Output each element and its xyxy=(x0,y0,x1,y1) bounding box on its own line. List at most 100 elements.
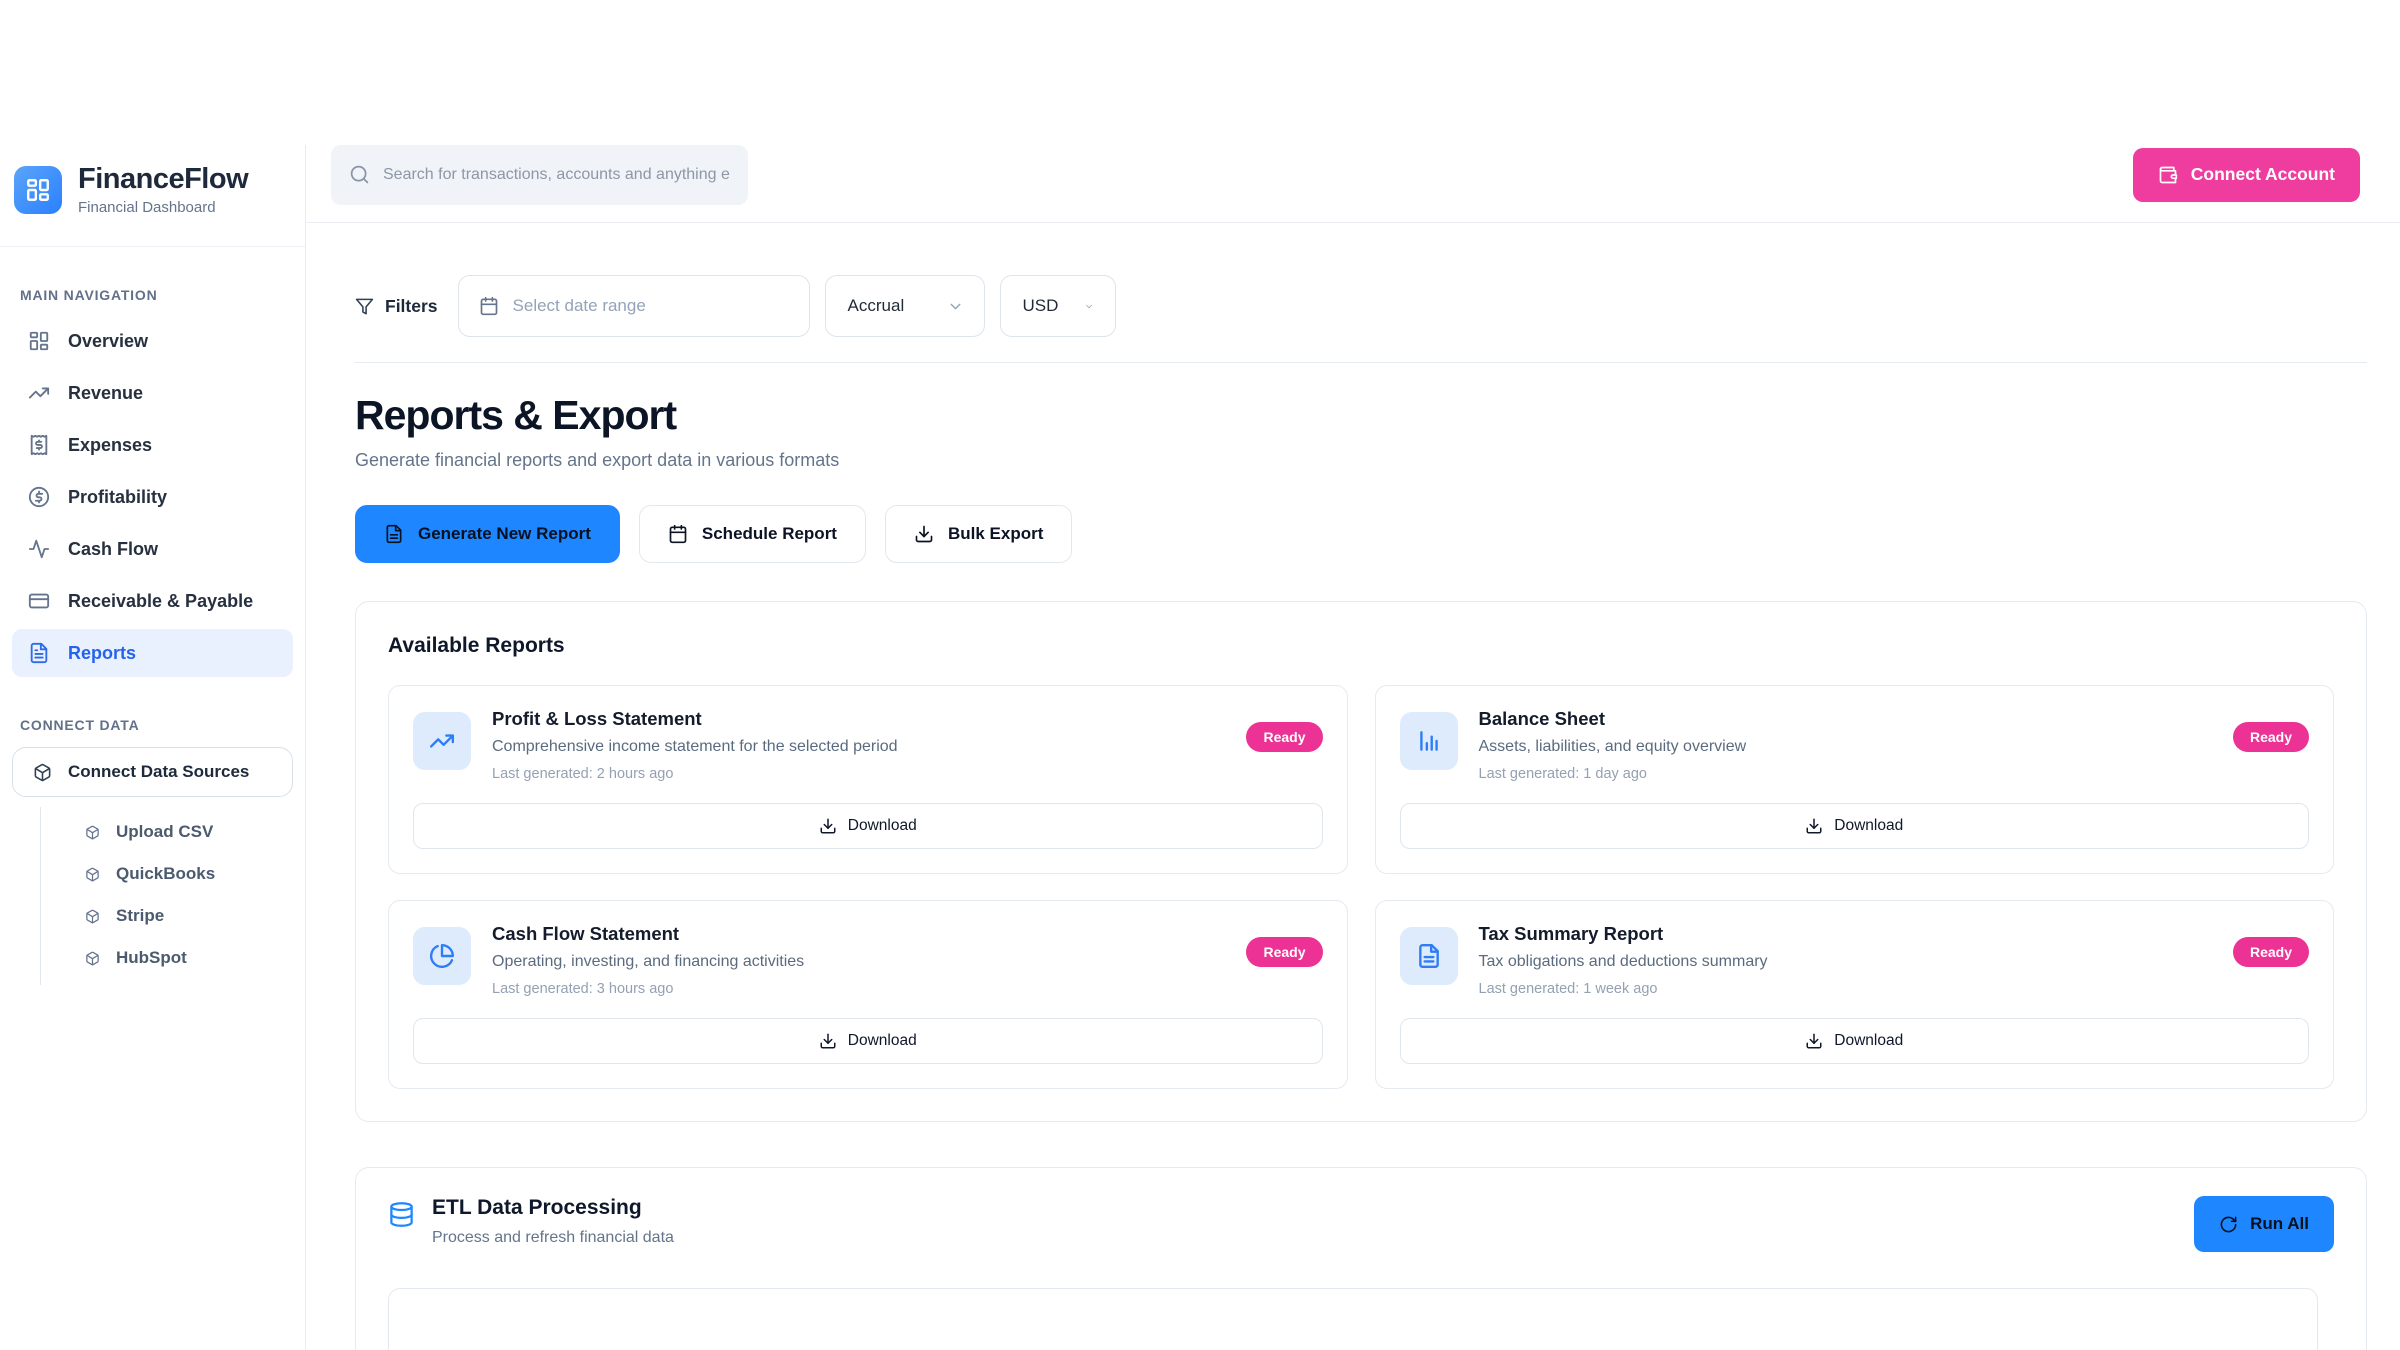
schedule-report-button[interactable]: Schedule Report xyxy=(639,505,866,563)
search-box xyxy=(331,145,748,205)
sidebar-item-label: Overview xyxy=(68,331,148,352)
status-badge: Ready xyxy=(1246,722,1322,752)
app-logo-icon xyxy=(14,166,62,214)
connect-account-button[interactable]: Connect Account xyxy=(2133,148,2360,202)
page-subtitle: Generate financial reports and export da… xyxy=(355,450,2367,471)
refresh-icon xyxy=(2219,1215,2238,1234)
page-title: Reports & Export xyxy=(355,392,2367,439)
bar-chart-icon xyxy=(1400,712,1458,770)
etl-title: ETL Data Processing xyxy=(432,1196,674,1220)
receipt-icon xyxy=(28,434,50,456)
source-item-label: Upload CSV xyxy=(116,822,213,842)
report-name: Balance Sheet xyxy=(1479,708,2212,730)
sidebar: FinanceFlow Financial Dashboard MAIN NAV… xyxy=(0,145,306,1350)
download-icon xyxy=(819,1032,837,1050)
download-icon xyxy=(914,524,934,544)
report-description: Assets, liabilities, and equity overview xyxy=(1479,738,2212,756)
source-item-label: Stripe xyxy=(116,906,164,926)
database-icon xyxy=(388,1201,415,1247)
accounting-method-value: Accrual xyxy=(848,296,905,316)
app-name: FinanceFlow xyxy=(78,163,248,196)
status-badge: Ready xyxy=(2233,937,2309,967)
app-tagline: Financial Dashboard xyxy=(78,199,248,216)
download-button[interactable]: Download xyxy=(1400,803,2310,849)
source-item-label: HubSpot xyxy=(116,948,187,968)
sidebar-item-label: Expenses xyxy=(68,435,152,456)
run-all-button[interactable]: Run All xyxy=(2194,1196,2334,1252)
package-icon xyxy=(33,763,52,782)
actions-row: Generate New Report Schedule Report Bulk… xyxy=(355,505,2367,563)
date-range-placeholder: Select date range xyxy=(513,296,646,316)
file-text-icon xyxy=(384,524,404,544)
connect-data-sources-button[interactable]: Connect Data Sources xyxy=(12,747,293,797)
download-button[interactable]: Download xyxy=(413,803,1323,849)
filters-row: Filters Select date range Accrual USD xyxy=(355,275,2367,337)
package-icon xyxy=(85,867,100,882)
sidebar-item-overview[interactable]: Overview xyxy=(12,317,293,365)
chevron-down-icon xyxy=(947,298,964,315)
source-item-hubspot[interactable]: HubSpot xyxy=(41,937,305,979)
connect-data-sources-label: Connect Data Sources xyxy=(68,762,249,782)
source-item-stripe[interactable]: Stripe xyxy=(41,895,305,937)
report-description: Comprehensive income statement for the s… xyxy=(492,738,1225,756)
source-item-quickbooks[interactable]: QuickBooks xyxy=(41,853,305,895)
status-badge: Ready xyxy=(1246,937,1322,967)
divider xyxy=(355,362,2367,363)
download-icon xyxy=(1805,817,1823,835)
sidebar-item-label: Reports xyxy=(68,643,136,664)
search-icon xyxy=(349,164,370,185)
funnel-icon xyxy=(355,297,374,316)
report-last-generated: Last generated: 1 week ago xyxy=(1479,981,2212,997)
available-reports-title: Available Reports xyxy=(388,634,2334,658)
source-item-upload-csv[interactable]: Upload CSV xyxy=(41,811,305,853)
source-item-label: QuickBooks xyxy=(116,864,215,884)
currency-select[interactable]: USD xyxy=(1000,275,1116,337)
sidebar-item-profitability[interactable]: Profitability xyxy=(12,473,293,521)
download-icon xyxy=(1805,1032,1823,1050)
sidebar-item-reports[interactable]: Reports xyxy=(12,629,293,677)
credit-card-icon xyxy=(28,590,50,612)
available-reports-card: Available Reports Profit & Loss Statemen… xyxy=(355,601,2367,1122)
report-name: Tax Summary Report xyxy=(1479,923,2212,945)
reports-grid: Profit & Loss Statement Comprehensive in… xyxy=(388,685,2334,1089)
sidebar-item-revenue[interactable]: Revenue xyxy=(12,369,293,417)
connect-data-label: CONNECT DATA xyxy=(20,717,305,733)
file-text-icon xyxy=(28,642,50,664)
content: Filters Select date range Accrual USD Re… xyxy=(306,223,2400,1350)
dollar-circle-icon xyxy=(28,486,50,508)
sidebar-item-label: Revenue xyxy=(68,383,143,404)
main-area: Connect Account Filters Select date rang… xyxy=(306,145,2400,1350)
sidebar-item-label: Profitability xyxy=(68,487,167,508)
sidebar-item-label: Cash Flow xyxy=(68,539,158,560)
connect-account-label: Connect Account xyxy=(2191,164,2335,185)
bulk-export-button[interactable]: Bulk Export xyxy=(885,505,1072,563)
currency-value: USD xyxy=(1023,296,1059,316)
report-name: Profit & Loss Statement xyxy=(492,708,1225,730)
etl-card: ETL Data Processing Process and refresh … xyxy=(355,1167,2367,1350)
date-range-input[interactable]: Select date range xyxy=(458,275,810,337)
package-icon xyxy=(85,951,100,966)
report-description: Operating, investing, and financing acti… xyxy=(492,953,1225,971)
app-logo: FinanceFlow Financial Dashboard xyxy=(0,145,305,247)
etl-subtitle: Process and refresh financial data xyxy=(432,1229,674,1247)
package-icon xyxy=(85,909,100,924)
data-sources-list: Upload CSV QuickBooks Stripe HubSpot xyxy=(40,807,305,985)
sidebar-item-receivable-payable[interactable]: Receivable & Payable xyxy=(12,577,293,625)
generate-new-report-button[interactable]: Generate New Report xyxy=(355,505,620,563)
report-card-balance-sheet: Balance Sheet Assets, liabilities, and e… xyxy=(1375,685,2335,874)
main-navigation-label: MAIN NAVIGATION xyxy=(20,287,305,303)
sidebar-item-label: Receivable & Payable xyxy=(68,591,253,612)
wallet-icon xyxy=(2158,165,2178,185)
package-icon xyxy=(85,825,100,840)
report-description: Tax obligations and deductions summary xyxy=(1479,953,2212,971)
grid-icon xyxy=(28,330,50,352)
download-icon xyxy=(819,817,837,835)
etl-task-panel xyxy=(388,1288,2318,1350)
sidebar-item-cash-flow[interactable]: Cash Flow xyxy=(12,525,293,573)
sidebar-item-expenses[interactable]: Expenses xyxy=(12,421,293,469)
accounting-method-select[interactable]: Accrual xyxy=(825,275,985,337)
activity-icon xyxy=(28,538,50,560)
search-input[interactable] xyxy=(383,166,730,184)
download-button[interactable]: Download xyxy=(1400,1018,2310,1064)
download-button[interactable]: Download xyxy=(413,1018,1323,1064)
